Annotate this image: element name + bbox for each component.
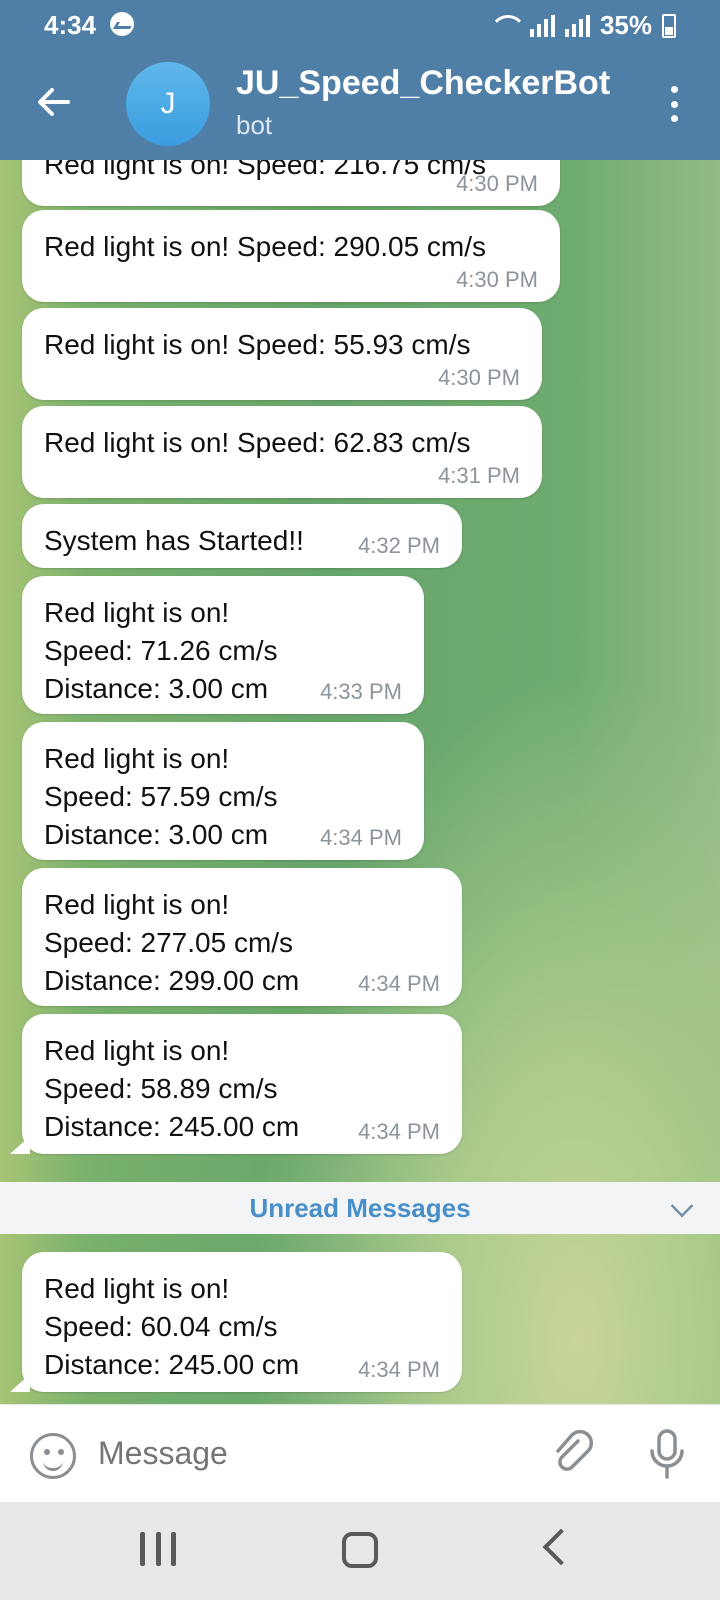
status-bar: 4:34 35% xyxy=(0,0,720,52)
emoji-icon[interactable] xyxy=(30,1433,76,1479)
scroll-down-chevron-icon[interactable] xyxy=(670,1194,694,1218)
message-time: 4:34 PM xyxy=(358,1357,440,1382)
home-icon[interactable] xyxy=(342,1532,378,1568)
message-bubble[interactable]: Red light is on! Speed: 58.89 cm/s Dista… xyxy=(22,1014,462,1154)
system-back-icon[interactable] xyxy=(542,1528,580,1566)
message-bubble[interactable]: Red light is on! Speed: 277.05 cm/s Dist… xyxy=(22,868,462,1006)
message-time: 4:33 PM xyxy=(320,679,402,704)
messenger-notification-icon xyxy=(110,12,134,36)
recent-apps-icon[interactable] xyxy=(140,1532,176,1568)
arrow-left-icon xyxy=(38,88,70,116)
message-list[interactable]: Red light is on! Speed: 216.75 cm/s 4:30… xyxy=(0,160,720,1404)
avatar[interactable]: J xyxy=(126,62,210,146)
more-options-button[interactable] xyxy=(668,86,680,122)
message-time: 4:34 PM xyxy=(320,825,402,850)
chat-subtitle: bot xyxy=(236,110,273,140)
back-button[interactable] xyxy=(34,82,74,122)
battery-percent: 35% xyxy=(599,10,652,40)
message-bubble[interactable]: Red light is on! Speed: 57.59 cm/s Dista… xyxy=(22,722,424,860)
message-text: Red light is on! Speed: 55.93 cm/s xyxy=(44,329,471,360)
wifi-icon xyxy=(490,15,520,37)
message-time: 4:34 PM xyxy=(358,1119,440,1144)
avatar-letter: J xyxy=(160,87,176,120)
battery-icon xyxy=(662,13,676,38)
app-header: 4:34 35% J JU_Speed_CheckerBot bot xyxy=(0,0,720,160)
system-navigation-bar xyxy=(0,1502,720,1600)
message-bubble[interactable]: Red light is on! Speed: 62.83 cm/s 4:31 … xyxy=(22,406,542,498)
message-composer xyxy=(0,1404,720,1502)
message-bubble[interactable]: Red light is on! Speed: 290.05 cm/s 4:30… xyxy=(22,210,560,302)
message-bubble[interactable]: System has Started!! 4:32 PM xyxy=(22,504,462,568)
message-bubble[interactable]: Red light is on! Speed: 60.04 cm/s Dista… xyxy=(22,1252,462,1392)
message-time: 4:30 PM xyxy=(456,171,538,196)
message-time: 4:32 PM xyxy=(358,533,440,558)
signal-icon xyxy=(529,14,555,37)
message-time: 4:31 PM xyxy=(438,463,520,488)
message-input[interactable] xyxy=(98,1435,498,1472)
microphone-icon[interactable] xyxy=(642,1427,692,1481)
message-text: Red light is on! Speed: 62.83 cm/s xyxy=(44,427,471,458)
unread-messages-divider: Unread Messages xyxy=(0,1182,720,1234)
message-text: Red light is on! Speed: 290.05 cm/s xyxy=(44,231,487,262)
status-indicators: 35% xyxy=(490,10,676,41)
message-time: 4:34 PM xyxy=(358,971,440,996)
unread-label: Unread Messages xyxy=(249,1192,471,1223)
message-time: 4:30 PM xyxy=(438,365,520,390)
message-bubble[interactable]: Red light is on! Speed: 55.93 cm/s 4:30 … xyxy=(22,308,542,400)
message-time: 4:30 PM xyxy=(456,267,538,292)
message-bubble[interactable]: Red light is on! Speed: 71.26 cm/s Dista… xyxy=(22,576,424,714)
status-time: 4:34 xyxy=(44,10,97,40)
chat-title[interactable]: JU_Speed_CheckerBot xyxy=(236,64,610,103)
signal-icon-2 xyxy=(564,14,590,37)
message-bubble[interactable]: Red light is on! Speed: 216.75 cm/s 4:30… xyxy=(22,160,560,206)
attach-icon[interactable] xyxy=(548,1429,598,1479)
